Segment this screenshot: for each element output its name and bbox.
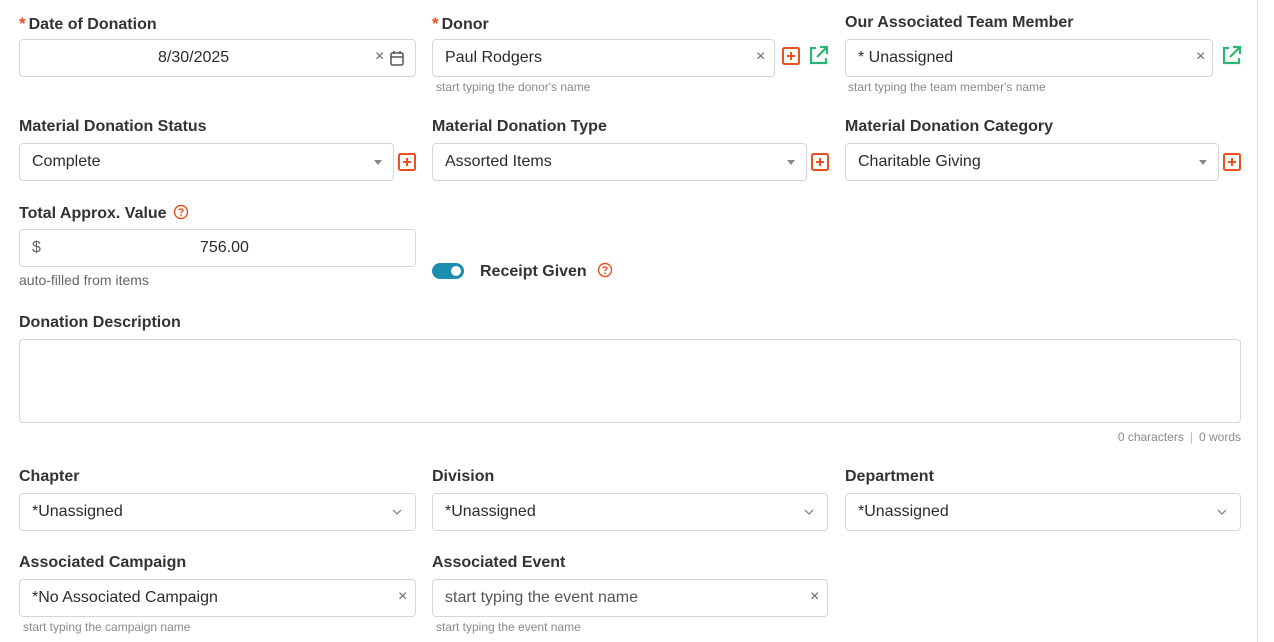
total-value: 756.00 bbox=[200, 239, 249, 256]
team-member-input[interactable]: * Unassigned × bbox=[845, 39, 1213, 77]
chevron-down-icon bbox=[391, 505, 403, 523]
total-value-label: Total Approx. Value bbox=[19, 204, 189, 225]
date-of-donation-input[interactable]: 8/30/2025 × bbox=[19, 39, 416, 77]
chapter-label: Chapter bbox=[19, 468, 80, 485]
page-right-border bbox=[1257, 0, 1258, 642]
donation-type-select[interactable]: Assorted Items bbox=[432, 143, 807, 181]
donor-label: * Donor bbox=[432, 14, 489, 34]
donation-category-value: Charitable Giving bbox=[858, 153, 981, 170]
donation-description-label: Donation Description bbox=[19, 314, 181, 331]
event-hint: start typing the event name bbox=[436, 620, 581, 634]
caret-down-icon bbox=[787, 160, 795, 165]
campaign-hint: start typing the campaign name bbox=[23, 620, 191, 634]
department-label: Department bbox=[845, 468, 934, 485]
clear-team-member-icon[interactable]: × bbox=[1196, 48, 1205, 66]
date-label-text: Date of Donation bbox=[28, 16, 157, 33]
add-category-icon[interactable] bbox=[1223, 153, 1241, 176]
help-icon[interactable] bbox=[597, 262, 613, 283]
add-type-icon[interactable] bbox=[811, 153, 829, 176]
toggle-knob bbox=[451, 266, 461, 276]
clear-donor-icon[interactable]: × bbox=[756, 48, 765, 66]
associated-event-label: Associated Event bbox=[432, 554, 566, 571]
total-value-hint: auto-filled from items bbox=[19, 272, 149, 288]
help-icon[interactable] bbox=[173, 204, 189, 225]
open-team-member-external-icon[interactable] bbox=[1221, 45, 1242, 71]
team-member-value: * Unassigned bbox=[858, 49, 954, 66]
counter-separator: | bbox=[1189, 430, 1193, 444]
division-value: *Unassigned bbox=[445, 503, 536, 520]
donation-category-label: Material Donation Category bbox=[845, 118, 1054, 135]
caret-down-icon bbox=[374, 160, 382, 165]
total-value-label-text: Total Approx. Value bbox=[19, 205, 167, 222]
associated-campaign-value: *No Associated Campaign bbox=[32, 589, 218, 606]
required-marker: * bbox=[432, 14, 439, 33]
add-donor-icon[interactable] bbox=[782, 47, 800, 70]
receipt-given-label: Receipt Given bbox=[480, 262, 613, 283]
description-counter: 0 characters | 0 words bbox=[1118, 430, 1241, 444]
donation-status-select[interactable]: Complete bbox=[19, 143, 394, 181]
clear-date-icon[interactable]: × bbox=[375, 48, 384, 66]
add-status-icon[interactable] bbox=[398, 153, 416, 176]
division-select[interactable]: *Unassigned bbox=[432, 493, 828, 531]
open-donor-external-icon[interactable] bbox=[808, 45, 829, 71]
donor-value: Paul Rodgers bbox=[445, 49, 542, 66]
receipt-given-toggle[interactable] bbox=[432, 263, 464, 279]
donor-label-text: Donor bbox=[441, 16, 489, 33]
associated-event-input[interactable]: start typing the event name × bbox=[432, 579, 828, 617]
currency-symbol: $ bbox=[32, 239, 41, 256]
receipt-given-label-text: Receipt Given bbox=[480, 263, 587, 280]
clear-campaign-icon[interactable]: × bbox=[398, 588, 407, 606]
department-value: *Unassigned bbox=[858, 503, 949, 520]
team-member-hint: start typing the team member's name bbox=[848, 80, 1046, 94]
total-value-input[interactable]: $ 756.00 bbox=[19, 229, 416, 267]
donation-status-value: Complete bbox=[32, 153, 101, 170]
team-member-label: Our Associated Team Member bbox=[845, 14, 1074, 31]
donation-type-value: Assorted Items bbox=[445, 153, 552, 170]
word-count: 0 words bbox=[1198, 430, 1241, 444]
donation-type-label: Material Donation Type bbox=[432, 118, 607, 135]
associated-campaign-input[interactable]: *No Associated Campaign × bbox=[19, 579, 416, 617]
donation-category-select[interactable]: Charitable Giving bbox=[845, 143, 1219, 181]
donation-description-textarea[interactable] bbox=[19, 339, 1241, 423]
donor-hint: start typing the donor's name bbox=[436, 80, 591, 94]
donor-input[interactable]: Paul Rodgers × bbox=[432, 39, 775, 77]
required-marker: * bbox=[19, 14, 26, 33]
associated-campaign-label: Associated Campaign bbox=[19, 554, 187, 571]
calendar-icon[interactable] bbox=[390, 50, 404, 71]
department-select[interactable]: *Unassigned bbox=[845, 493, 1241, 531]
associated-event-placeholder: start typing the event name bbox=[445, 589, 638, 606]
caret-down-icon bbox=[1199, 160, 1207, 165]
division-label: Division bbox=[432, 468, 495, 485]
character-count: 0 characters bbox=[1117, 430, 1184, 444]
date-of-donation-label: * Date of Donation bbox=[19, 14, 157, 34]
clear-event-icon[interactable]: × bbox=[810, 588, 819, 606]
chapter-select[interactable]: *Unassigned bbox=[19, 493, 416, 531]
date-value: 8/30/2025 bbox=[158, 49, 230, 66]
chevron-down-icon bbox=[803, 505, 815, 523]
chevron-down-icon bbox=[1216, 505, 1228, 523]
donation-status-label: Material Donation Status bbox=[19, 118, 207, 135]
chapter-value: *Unassigned bbox=[32, 503, 123, 520]
